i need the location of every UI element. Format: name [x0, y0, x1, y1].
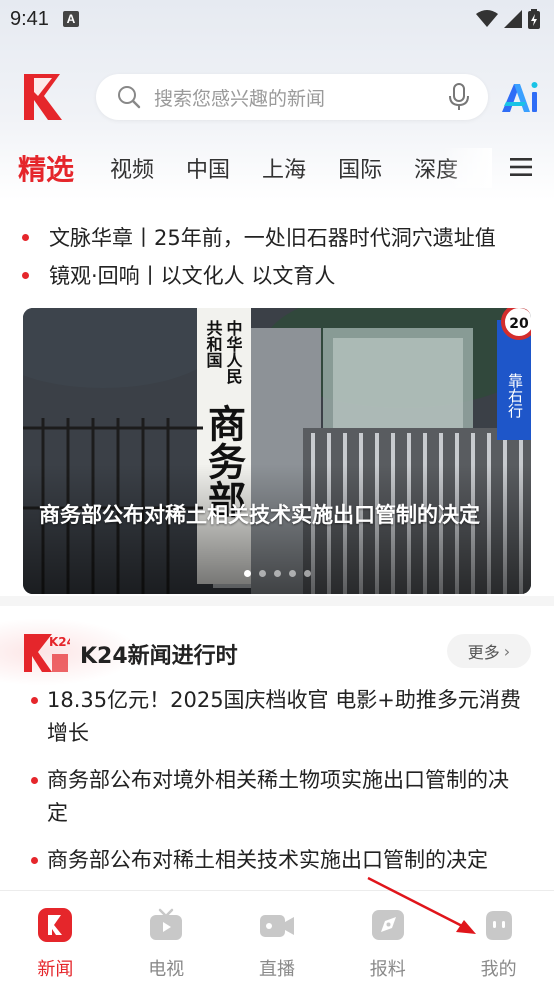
channel-tabs: 精选 视频 中国 上海 国际 深度 — [0, 140, 554, 196]
tab-international[interactable]: 国际 — [338, 152, 382, 184]
carousel-indicator — [23, 570, 531, 577]
k24-logo-text: K24 — [49, 635, 70, 649]
tv-icon — [150, 908, 183, 940]
carousel-caption: 商务部公布对稀土相关技术实施出口管制的决定 — [39, 503, 480, 527]
k24-news-list: 18.35亿元！2025国庆档收官 电影+助推多元消费增长 商务部公布对境外相关… — [0, 684, 554, 891]
annotation-arrow-icon — [367, 876, 476, 934]
nav-label: 新闻 — [37, 959, 74, 980]
nav-news[interactable]: 新闻 — [0, 891, 111, 984]
k24-logo-icon: K24 — [24, 634, 70, 672]
search-row: 搜索您感兴趣的新闻 — [0, 70, 554, 124]
carousel-dot[interactable] — [243, 570, 251, 577]
battery-icon — [528, 9, 540, 29]
headline-item[interactable]: 文脉华章丨25年前，一处旧石器时代洞穴遗址值 — [0, 218, 554, 256]
list-item-text: 商务部公布对境外相关稀土物项实施出口管制的决定 — [47, 768, 509, 825]
notification-icon: A — [62, 11, 79, 27]
chevron-right-icon: › — [503, 641, 511, 661]
tab-china[interactable]: 中国 — [186, 152, 230, 184]
carousel-dot[interactable] — [303, 570, 311, 577]
sign-small-text-1: 中华人民 — [224, 319, 243, 385]
more-label: 更多 — [467, 643, 500, 662]
wifi-icon — [476, 10, 498, 27]
list-item[interactable]: 商务部公布对境外相关稀土物项实施出口管制的决定 — [0, 764, 554, 830]
bullet-dot — [31, 857, 38, 864]
nav-label: 电视 — [148, 959, 185, 980]
carousel-dot[interactable] — [288, 570, 296, 577]
list-item-text: 18.35亿元！2025国庆档收官 电影+助推多元消费增长 — [47, 688, 521, 745]
app-logo-icon — [24, 74, 62, 120]
search-icon — [118, 86, 141, 109]
headline-text: 文脉华章丨25年前，一处旧石器时代洞穴遗址值 — [49, 226, 496, 250]
tab-shanghai[interactable]: 上海 — [262, 152, 306, 184]
bullet-dot — [31, 777, 38, 784]
k24-section-header: K24 K24新闻进行时 更多 › — [0, 618, 554, 686]
news-icon — [38, 908, 73, 942]
ai-assistant-icon[interactable] — [500, 80, 540, 114]
signal-icon — [504, 10, 522, 28]
list-item[interactable]: 18.35亿元！2025国庆档收官 电影+助推多元消费增长 — [0, 684, 554, 750]
bullet-dot — [22, 271, 29, 279]
search-input[interactable]: 搜索您感兴趣的新闻 — [96, 74, 488, 120]
nav-label: 我的 — [480, 959, 517, 980]
nav-label: 报料 — [369, 959, 406, 980]
search-placeholder: 搜索您感兴趣的新闻 — [154, 87, 326, 110]
bullet-dot — [22, 233, 29, 241]
section-divider — [0, 596, 554, 606]
list-item-text: 商务部公布对稀土相关技术实施出口管制的决定 — [47, 848, 488, 872]
nav-tv[interactable]: 电视 — [111, 891, 222, 984]
live-camera-icon — [259, 915, 294, 937]
headline-list: 文脉华章丨25年前，一处旧石器时代洞穴遗址值 镜观·回响丨以文化人 以文育人 — [0, 218, 554, 294]
status-time: 9:41 — [10, 7, 49, 30]
status-bar: 9:41 A — [0, 0, 554, 38]
news-carousel[interactable]: 20 靠右行 中华人民 共和国 商务部 商务部公布对稀土相关技术实施出口管制的决… — [23, 308, 531, 594]
tab-video[interactable]: 视频 — [110, 152, 154, 184]
carousel-dot[interactable] — [273, 570, 281, 577]
tab-fade — [442, 148, 492, 188]
menu-icon[interactable] — [510, 156, 532, 178]
tab-list: 精选 视频 中国 上海 国际 深度 — [0, 148, 492, 188]
bullet-dot — [31, 697, 38, 704]
microphone-icon[interactable] — [448, 83, 470, 111]
roadsign-text: 靠右行 — [506, 373, 524, 419]
nav-label: 直播 — [258, 959, 295, 980]
nav-live[interactable]: 直播 — [222, 891, 333, 984]
headline-text: 镜观·回响丨以文化人 以文育人 — [49, 264, 336, 288]
sign-small-text-2: 共和国 — [204, 320, 223, 369]
carousel-dot[interactable] — [258, 570, 266, 577]
headline-item[interactable]: 镜观·回响丨以文化人 以文育人 — [0, 256, 554, 294]
more-button[interactable]: 更多 › — [447, 634, 531, 668]
speed-limit-text: 20 — [509, 316, 529, 332]
tab-featured[interactable]: 精选 — [18, 148, 74, 188]
k24-section-title: K24新闻进行时 — [80, 644, 238, 669]
